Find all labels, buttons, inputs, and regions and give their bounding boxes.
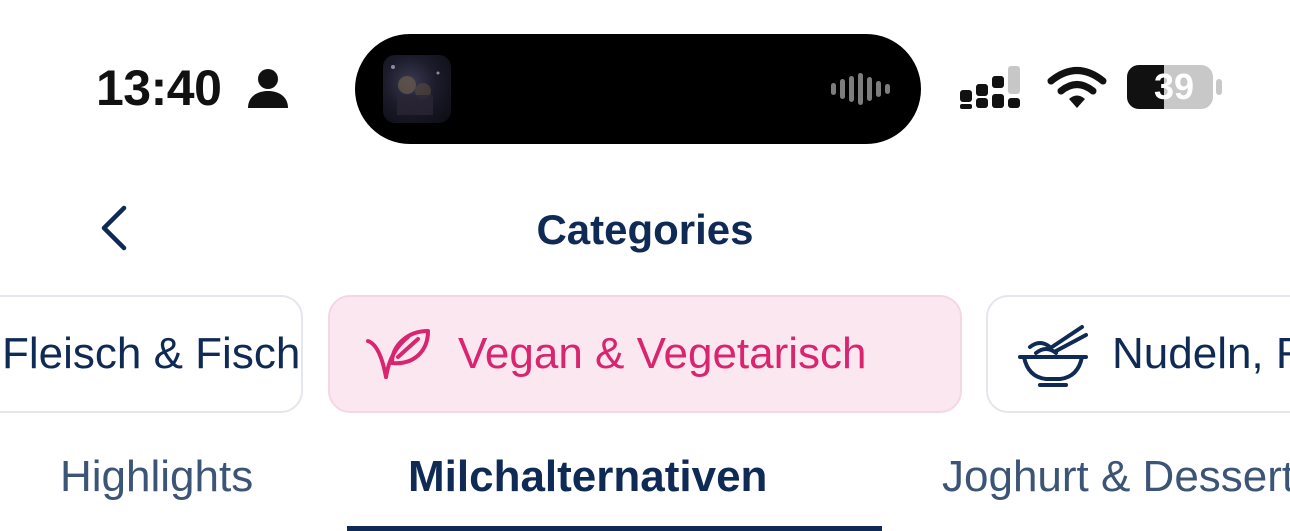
- category-chip-fleisch-fisch[interactable]: Fleisch & Fisch: [0, 295, 303, 413]
- signal-icon: [960, 66, 1020, 109]
- person-icon: [248, 69, 288, 108]
- status-time: 13:40: [96, 60, 222, 116]
- category-chip-label: Fleisch & Fisch: [2, 329, 301, 378]
- noodle-bowl-icon: [1018, 325, 1088, 387]
- subtab-highlights[interactable]: Highlights: [60, 445, 253, 509]
- page-title: Categories: [536, 206, 754, 253]
- leaf-icon: [366, 329, 430, 379]
- wifi-icon: [1047, 67, 1107, 108]
- screen: 13:40 39 Categories Fleisch & Fisch Vega…: [0, 0, 1290, 531]
- subtab-milchalternativen[interactable]: Milchalternativen: [408, 445, 767, 509]
- subtab-joghurt-desserts[interactable]: Joghurt & Desserts: [942, 445, 1290, 509]
- battery-level: 39: [1153, 66, 1195, 107]
- category-chip-nudeln[interactable]: Nudeln, Reis & Getreide: [986, 295, 1290, 413]
- category-chip-vegan-vegetarisch[interactable]: Vegan & Vegetarisch: [328, 295, 962, 413]
- subtab-selected-indicator: [347, 526, 882, 531]
- audio-waveform-icon: [831, 73, 890, 105]
- dynamic-island[interactable]: [355, 34, 921, 144]
- category-chip-label: Vegan & Vegetarisch: [458, 329, 867, 378]
- album-art-icon: [383, 55, 451, 123]
- category-chip-label: Nudeln, Reis & Getreide: [1112, 329, 1290, 378]
